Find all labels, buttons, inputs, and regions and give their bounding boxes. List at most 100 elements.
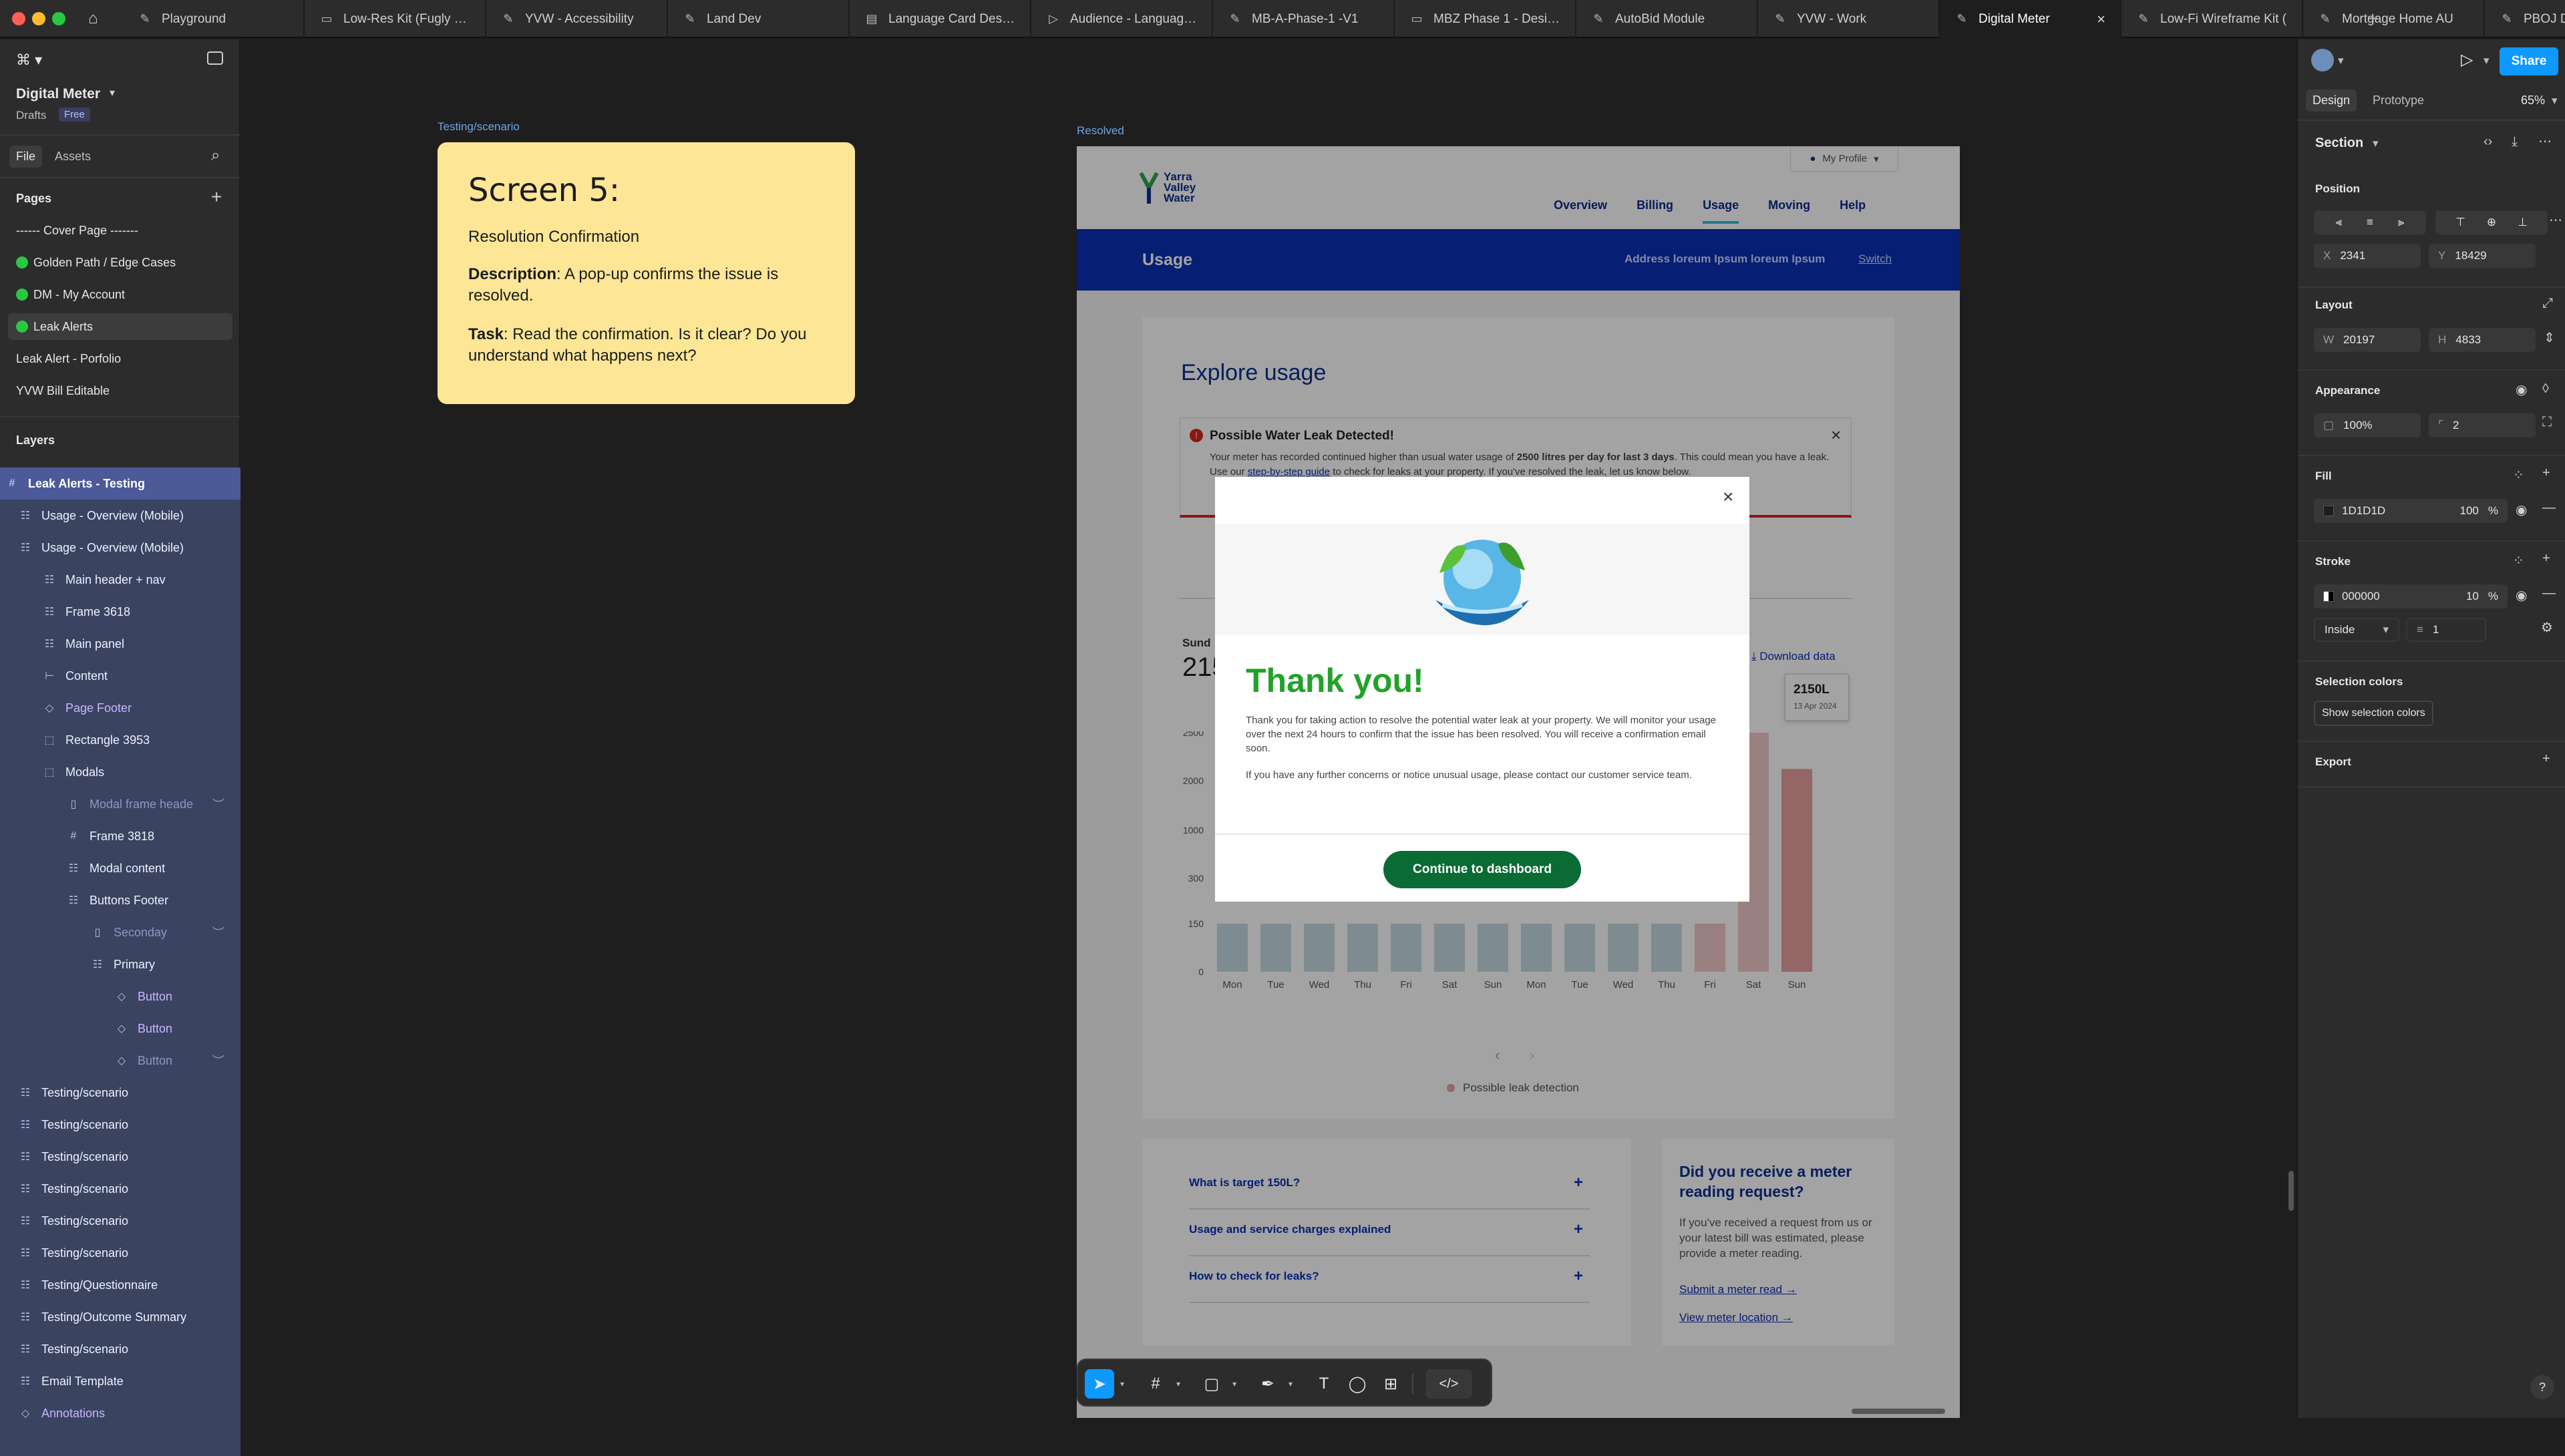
home-icon[interactable]: ⌂: [88, 9, 98, 28]
tab-file[interactable]: File: [9, 146, 43, 168]
align-middle-icon[interactable]: ⊕: [2487, 216, 2496, 229]
close-tab-icon[interactable]: ×: [2097, 11, 2105, 28]
remove-stroke-icon[interactable]: —: [2542, 586, 2556, 601]
hidden-toggle-icon[interactable]: ︶: [212, 795, 224, 813]
dev-mode-toggle-icon[interactable]: </>: [1425, 1369, 1472, 1399]
shape-tool-icon[interactable]: ▢: [1197, 1369, 1226, 1399]
download-icon[interactable]: ⤓: [2512, 134, 2518, 150]
zoom-level[interactable]: 65%: [2521, 94, 2545, 108]
layer-row[interactable]: ☷ Testing/scenario: [0, 1237, 240, 1269]
tab-assets[interactable]: Assets: [55, 150, 91, 164]
actions-tool-icon[interactable]: ⊞: [1376, 1369, 1405, 1399]
blend-mode-icon[interactable]: ◊: [2542, 381, 2549, 397]
remove-fill-icon[interactable]: —: [2542, 500, 2556, 516]
add-fill-plus-icon[interactable]: +: [2542, 466, 2550, 481]
tab-6[interactable]: ✎ MB-A-Phase-1 -V1: [1213, 0, 1395, 38]
section-title[interactable]: Section: [2315, 136, 2363, 151]
layer-row[interactable]: ☷ Testing/Questionnaire: [0, 1269, 240, 1301]
tab-11[interactable]: ✎ Low-Fi Wireframe Kit (: [2121, 0, 2303, 38]
file-menu-chevron-icon[interactable]: ▾: [110, 86, 115, 100]
frame-tool-icon[interactable]: #: [1141, 1369, 1170, 1399]
zoom-chevron-icon[interactable]: ▾: [2552, 94, 2558, 108]
layer-row[interactable]: ⊢ Content: [0, 660, 240, 692]
resolved-frame-label[interactable]: Resolved: [1077, 124, 1124, 138]
avatar-chevron-icon[interactable]: ▾: [2338, 54, 2344, 67]
constrain-proportions-icon[interactable]: ⇕: [2544, 329, 2555, 346]
horizontal-align-group[interactable]: ⫷ ≡ ⫸: [2314, 210, 2426, 234]
present-chevron-icon[interactable]: ▾: [2484, 54, 2490, 67]
independent-corners-icon[interactable]: ⛶: [2542, 415, 2552, 430]
stroke-color-field[interactable]: 000000 10%: [2314, 584, 2508, 608]
tab-5[interactable]: ▷ Audience - Language C: [1031, 0, 1213, 38]
canvas-scrollbar[interactable]: [2288, 1171, 2294, 1211]
layer-row[interactable]: ☷ Frame 3618: [0, 596, 240, 628]
fill-visibility-eye-icon[interactable]: ◉: [2516, 502, 2527, 518]
section-chevron-icon[interactable]: ▾: [2373, 137, 2379, 150]
present-play-icon[interactable]: ▷: [2461, 50, 2473, 69]
layer-row[interactable]: ◇ Page Footer: [0, 692, 240, 724]
comment-tool-icon[interactable]: ◯: [1343, 1369, 1372, 1399]
layer-row[interactable]: ▯ Modal frame heade ︶: [0, 788, 240, 820]
file-location[interactable]: Drafts: [16, 109, 46, 122]
stroke-swatch[interactable]: [2323, 591, 2334, 602]
tab-design[interactable]: Design: [2306, 89, 2357, 112]
width-field[interactable]: W 20197: [2314, 328, 2421, 352]
stroke-weight-field[interactable]: ≡ 1: [2406, 618, 2486, 642]
note-frame-label[interactable]: Testing/scenario: [438, 120, 520, 134]
visibility-eye-icon[interactable]: ◉: [2516, 381, 2527, 398]
tab-13[interactable]: ✎ PBOJ Design V1 - Final: [2485, 0, 2565, 38]
page-item[interactable]: Golden Path / Edge Cases: [8, 249, 232, 276]
page-item[interactable]: YVW Bill Editable: [8, 377, 232, 404]
stroke-visibility-eye-icon[interactable]: ◉: [2516, 587, 2527, 604]
add-stroke-plus-icon[interactable]: +: [2542, 551, 2550, 566]
vertical-align-group[interactable]: ⊤ ⊕ ⊥: [2435, 210, 2548, 234]
help-button[interactable]: ?: [2530, 1375, 2554, 1399]
align-center-h-icon[interactable]: ≡: [2367, 216, 2373, 229]
layer-row[interactable]: ☷ Testing/Outcome Summary: [0, 1301, 240, 1333]
stroke-styles-icon[interactable]: ⁘: [2513, 552, 2524, 569]
page-item[interactable]: Leak Alert - Porfolio: [8, 345, 232, 372]
window-close-dot[interactable]: [12, 12, 25, 25]
fullscreen-icon[interactable]: ⤢: [2542, 296, 2553, 311]
layer-row[interactable]: ☷ Usage - Overview (Mobile): [0, 532, 240, 564]
layer-row[interactable]: ☷ Main panel: [0, 628, 240, 660]
page-item[interactable]: DM - My Account: [8, 281, 232, 308]
layer-row[interactable]: ☷ Buttons Footer: [0, 884, 240, 916]
layer-row[interactable]: ⬚ Rectangle 3953: [0, 724, 240, 756]
tab-8[interactable]: ✎ AutoBid Module: [1576, 0, 1758, 38]
pen-tool-chevron-icon[interactable]: ▾: [1284, 1369, 1297, 1399]
scenario-note-card[interactable]: Screen 5: Resolution Confirmation Descri…: [438, 142, 855, 404]
height-field[interactable]: H 4833: [2429, 328, 2536, 352]
tab-0[interactable]: ✎ Playground: [123, 0, 305, 38]
file-name[interactable]: Digital Meter: [16, 86, 100, 102]
fill-color-field[interactable]: 1D1D1D 100%: [2314, 499, 2508, 523]
add-export-plus-icon[interactable]: +: [2542, 751, 2550, 767]
tab-10[interactable]: ✎ Digital Meter ×: [1940, 0, 2121, 38]
layer-row[interactable]: ◇ Annotations: [0, 1397, 240, 1429]
resolved-frame[interactable]: Yarra Valley Water ● My Profile ▾ Overview Bi…: [1077, 146, 1960, 1418]
tab-prototype[interactable]: Prototype: [2373, 94, 2424, 108]
align-left-icon[interactable]: ⫷: [2335, 216, 2342, 229]
layer-row[interactable]: ▯ Seconday ︶: [0, 916, 240, 948]
search-icon[interactable]: ⌕: [211, 146, 220, 165]
continue-to-dashboard-button[interactable]: Continue to dashboard: [1383, 851, 1581, 888]
window-minimize-dot[interactable]: [32, 12, 45, 25]
layer-row[interactable]: ☷ Primary: [0, 948, 240, 980]
align-top-icon[interactable]: ⊤: [2455, 216, 2465, 229]
tab-4[interactable]: ▤ Language Card Design: [850, 0, 1031, 38]
layer-row[interactable]: ☷ Testing/scenario: [0, 1333, 240, 1365]
layer-row[interactable]: ◇ Button: [0, 1013, 240, 1045]
move-tool-chevron-icon[interactable]: ▾: [1116, 1369, 1129, 1399]
corner-radius-field[interactable]: ⌜ 2: [2429, 413, 2536, 437]
layer-row[interactable]: # Frame 3818: [0, 820, 240, 852]
fill-styles-icon[interactable]: ⁘: [2513, 467, 2524, 484]
hidden-toggle-icon[interactable]: ︶: [212, 1052, 224, 1069]
toggle-sidebar-icon[interactable]: [207, 51, 223, 65]
frame-tool-chevron-icon[interactable]: ▾: [1172, 1369, 1185, 1399]
y-field[interactable]: Y 18429: [2429, 244, 2536, 268]
main-menu-icon[interactable]: ⌘ ▾: [16, 51, 42, 69]
show-selection-colors-button[interactable]: Show selection colors: [2314, 701, 2433, 726]
hidden-toggle-icon[interactable]: ︶: [212, 924, 224, 941]
page-item[interactable]: Leak Alerts: [8, 313, 232, 340]
text-tool-icon[interactable]: T: [1309, 1369, 1339, 1399]
